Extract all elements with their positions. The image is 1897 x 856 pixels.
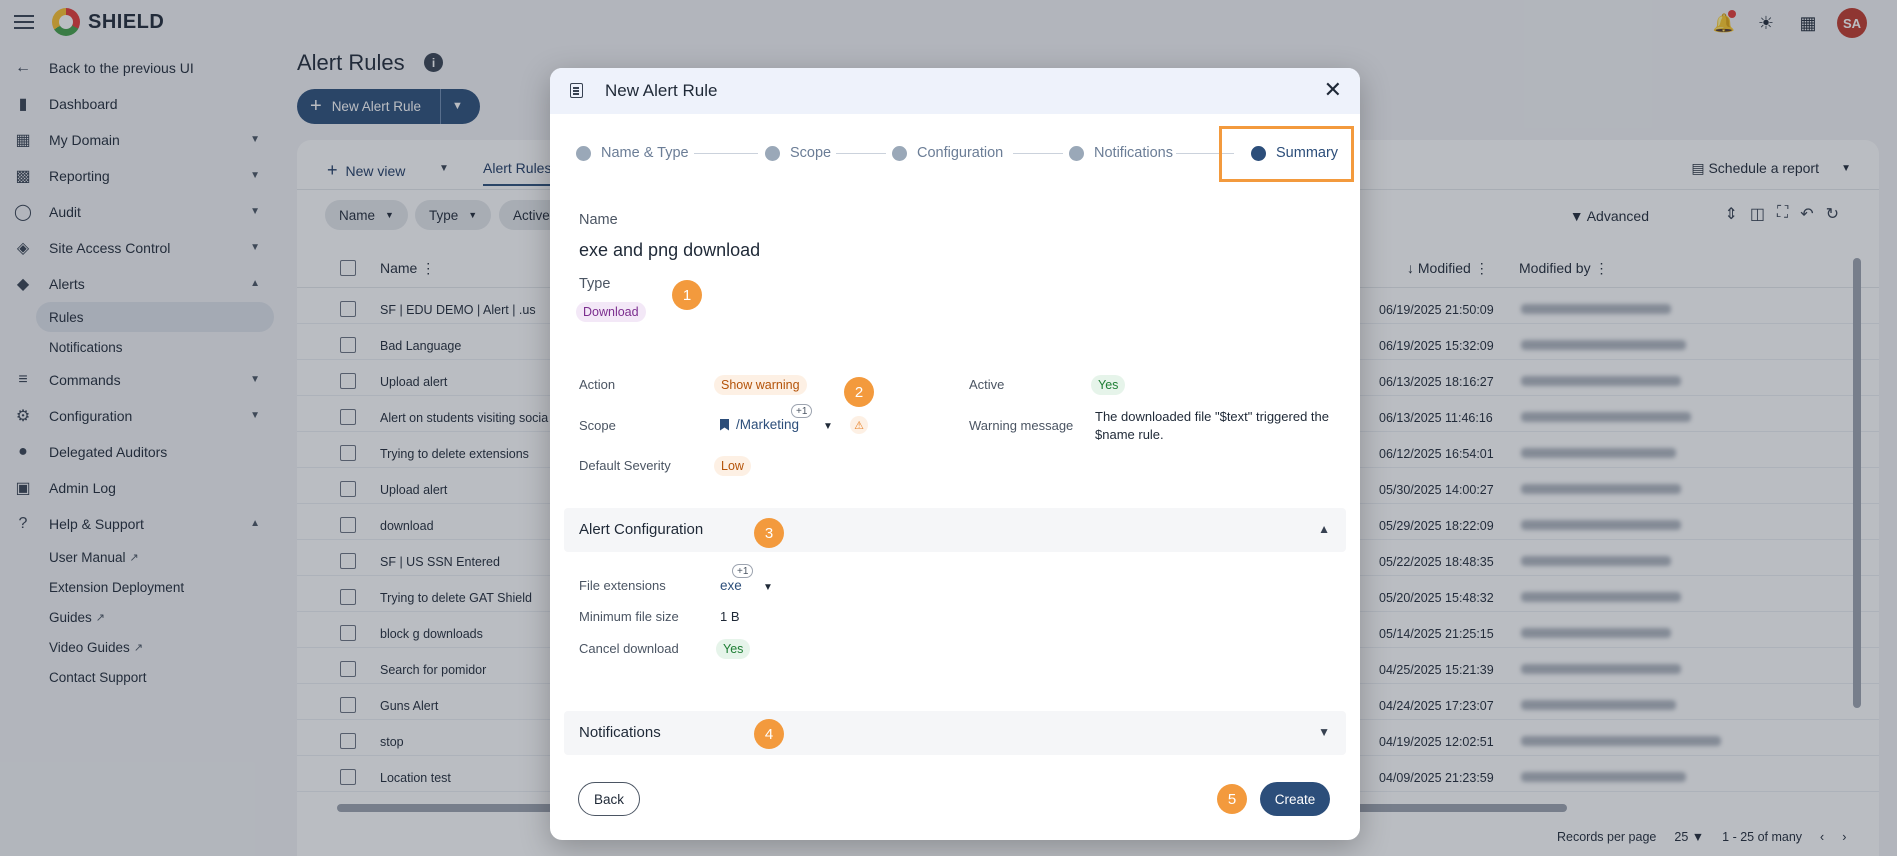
min-file-size-label: Minimum file size xyxy=(579,609,679,624)
annotation-badge-1: 1 xyxy=(672,280,702,310)
chevron-up-icon: ▲ xyxy=(1318,522,1330,536)
dialog-header: New Alert Rule ✕ xyxy=(550,68,1360,114)
notifications-title: Notifications xyxy=(579,724,661,741)
severity-badge: Low xyxy=(714,456,751,476)
dialog-title: New Alert Rule xyxy=(605,81,718,100)
scope-label: Scope xyxy=(579,418,616,433)
step-configuration[interactable]: Configuration xyxy=(892,145,1003,161)
alert-configuration-section[interactable]: Alert Configuration ▲ xyxy=(564,508,1346,552)
warning-message-label: Warning message xyxy=(969,418,1074,433)
type-badge: Download xyxy=(576,302,646,322)
min-file-size-value: 1 B xyxy=(720,609,740,624)
type-label: Type xyxy=(579,276,611,292)
bookmark-icon xyxy=(720,418,729,431)
chevron-down-icon[interactable]: ▼ xyxy=(763,582,773,593)
file-extensions-more-count: +1 xyxy=(732,564,754,578)
active-badge: Yes xyxy=(1091,375,1126,395)
step-scope[interactable]: Scope xyxy=(765,145,831,161)
scope-value[interactable]: /Marketing xyxy=(720,417,799,432)
annotation-badge-2: 2 xyxy=(844,377,874,407)
form-icon xyxy=(570,83,583,98)
alert-configuration-title: Alert Configuration xyxy=(579,521,704,538)
severity-label: Default Severity xyxy=(579,458,671,473)
cancel-download-label: Cancel download xyxy=(579,641,679,656)
scope-more-count: +1 xyxy=(791,404,813,418)
file-extensions-value[interactable]: exe xyxy=(720,578,742,593)
step-notifications[interactable]: Notifications xyxy=(1069,145,1173,161)
annotation-badge-4: 4 xyxy=(754,719,784,749)
new-alert-rule-dialog: New Alert Rule ✕ Name & Type Scope Confi… xyxy=(550,68,1360,840)
notifications-section[interactable]: Notifications ▼ xyxy=(564,711,1346,755)
chevron-down-icon: ▼ xyxy=(1318,725,1330,739)
warning-icon: ⚠ xyxy=(850,416,868,434)
chevron-down-icon[interactable]: ▼ xyxy=(823,421,833,432)
annotation-badge-3: 3 xyxy=(754,518,784,548)
action-badge: Show warning xyxy=(714,375,807,395)
annotation-badge-5: 5 xyxy=(1217,784,1247,814)
cancel-download-badge: Yes xyxy=(716,639,751,659)
step-name-type[interactable]: Name & Type xyxy=(576,145,689,161)
name-value: exe and png download xyxy=(579,240,761,260)
name-label: Name xyxy=(579,212,618,228)
file-extensions-label: File extensions xyxy=(579,578,666,593)
create-button[interactable]: Create xyxy=(1260,782,1330,816)
action-label: Action xyxy=(579,377,616,392)
active-label: Active xyxy=(969,377,1005,392)
close-icon[interactable]: ✕ xyxy=(1324,77,1342,103)
warning-message-value: The downloaded file "$text" triggered th… xyxy=(1095,409,1329,442)
summary-highlight-box xyxy=(1219,126,1354,182)
back-button[interactable]: Back xyxy=(578,782,640,816)
